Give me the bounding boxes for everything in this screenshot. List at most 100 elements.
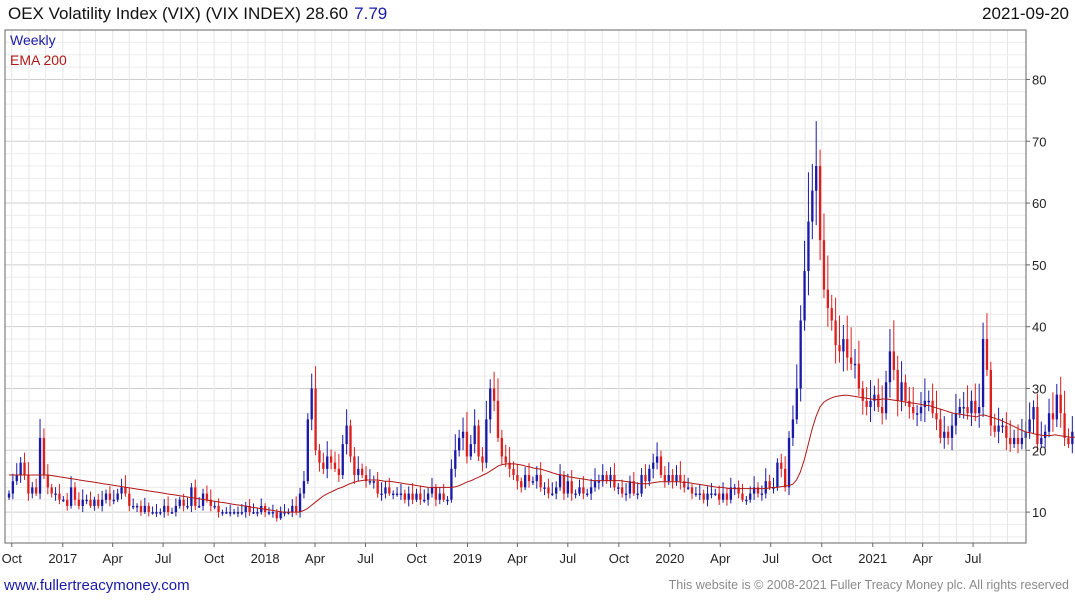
candle-body (826, 289, 830, 309)
candle-body (62, 499, 65, 502)
candle-body (132, 505, 135, 508)
candle-body (520, 481, 523, 488)
candle-body (399, 493, 403, 496)
candle-body (783, 468, 787, 488)
x-tick-label: Apr (913, 551, 934, 566)
candle-body (426, 493, 430, 500)
candle-body (877, 394, 880, 408)
candle-body (570, 481, 573, 494)
candle-body (66, 499, 69, 506)
candle-body (1012, 437, 1016, 445)
candle-body (636, 493, 639, 496)
candle-body (974, 400, 977, 414)
candle-body (197, 505, 201, 508)
candle-body (256, 512, 259, 514)
candle-body (120, 487, 123, 494)
candle-body (194, 487, 197, 506)
candle-body (760, 493, 764, 496)
candle-body (516, 475, 519, 482)
candle-body (326, 456, 329, 469)
candle-body (267, 512, 271, 514)
candle-body (710, 493, 713, 496)
y-tick-label: 70 (1032, 134, 1046, 149)
x-tick-label: Apr (710, 551, 731, 566)
candle-body (966, 407, 969, 414)
candle-body (42, 437, 46, 476)
candle-body (151, 512, 154, 514)
candle-body (574, 493, 577, 496)
candle-body (589, 487, 593, 494)
candle-body (686, 487, 690, 489)
candle-body (834, 320, 837, 346)
site-link[interactable]: www.fullertreacymoney.com (4, 577, 190, 594)
y-tick-label: 30 (1032, 381, 1046, 396)
candle-body (58, 493, 61, 500)
x-tick-label: Apr (507, 551, 528, 566)
candle-body (232, 512, 236, 514)
x-tick-label: Oct (609, 551, 630, 566)
candle-body (419, 493, 422, 500)
candle-body (846, 339, 849, 358)
candle-body (353, 456, 356, 476)
candle-body (566, 481, 569, 494)
candle-body (415, 493, 418, 500)
x-tick-label: 2019 (453, 551, 482, 566)
candle-body (795, 388, 798, 420)
candle-body (655, 456, 659, 463)
candle-body (943, 431, 946, 438)
y-tick-label: 20 (1032, 443, 1046, 458)
x-axis: Oct 2017 Apr Jul Oct 2018 Apr Jul Oct 2019 Apr Jul O… (2, 543, 982, 566)
candle-body (1044, 431, 1047, 438)
candle-body (279, 512, 282, 519)
candle-body (322, 462, 325, 469)
candle-body (155, 512, 158, 514)
candle-body (27, 475, 30, 494)
candle-body (543, 487, 546, 489)
candle-body (1005, 425, 1008, 438)
x-tick-label: 2018 (251, 551, 280, 566)
candle-body (46, 475, 49, 488)
candle-body (430, 487, 434, 494)
x-tick-label: Oct (812, 551, 833, 566)
candle-body (15, 475, 18, 482)
x-tick-label: Jul (560, 551, 577, 566)
candle-body (182, 499, 185, 506)
candle-body (915, 413, 919, 415)
candle-body (310, 388, 313, 420)
candle-body (1067, 437, 1070, 445)
candle-body (985, 339, 989, 370)
candle-body (981, 339, 985, 408)
candle-body (535, 475, 538, 482)
candle-body (1063, 413, 1066, 438)
candle-body (908, 400, 911, 408)
candle-body (838, 345, 841, 352)
candle-body (562, 475, 566, 494)
candle-body (345, 425, 348, 445)
x-tick-label: Apr (103, 551, 124, 566)
candle-body (849, 357, 853, 364)
candle-body (815, 165, 818, 191)
candle-body (423, 499, 426, 502)
candle-body (178, 499, 181, 506)
candle-body (314, 388, 317, 451)
legend: Weekly EMA 200 (10, 32, 67, 68)
candle-body (512, 468, 515, 476)
candle-body (7, 493, 11, 498)
candle-body (663, 475, 667, 482)
candle-body (888, 351, 892, 383)
candle-body (1071, 431, 1074, 445)
candle-body (244, 505, 247, 513)
candle-body (496, 400, 500, 438)
candle-body (1001, 425, 1004, 428)
candle-body (578, 487, 581, 494)
candle-body (628, 481, 632, 494)
candle-body (919, 407, 923, 414)
candle-body (403, 493, 407, 500)
candle-body (869, 400, 872, 408)
candle-body (139, 505, 143, 513)
candle-body (465, 431, 469, 457)
candle-body (318, 450, 321, 463)
candle-body (442, 493, 445, 500)
candle-body (271, 512, 275, 514)
candle-body (170, 512, 174, 514)
